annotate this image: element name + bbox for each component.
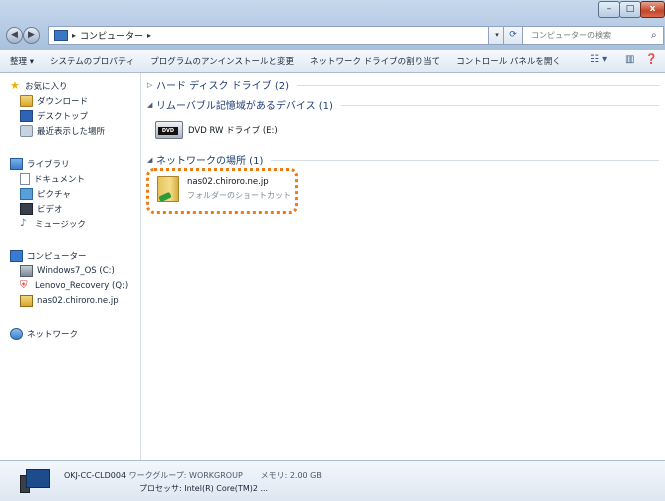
sidebar-item-label: お気に入り: [25, 82, 68, 92]
breadcrumb-separator[interactable]: ▸: [147, 31, 151, 40]
sidebar-item-favorites[interactable]: ★ お気に入り: [10, 79, 68, 93]
sidebar-item-label: コンピューター: [27, 252, 87, 262]
libraries-icon: [10, 158, 23, 170]
address-bar[interactable]: ▸ コンピューター ▸: [48, 26, 490, 45]
details-text: OKJ-CC-CLD004 ワークグループ: WORKGROUP メモリ: 2.…: [64, 470, 322, 493]
sidebar-item-drive-c[interactable]: Windows7_OS (C:): [20, 264, 115, 278]
computer-name: OKJ-CC-CLD004: [64, 471, 127, 480]
processor: プロセッサ: Intel(R) Core(TM)2 ...: [139, 484, 269, 493]
group-divider: [340, 105, 659, 106]
desktop-icon: [20, 110, 33, 122]
search-box[interactable]: ⌕: [522, 26, 664, 45]
search-input[interactable]: [529, 30, 651, 41]
breadcrumb-computer[interactable]: コンピューター: [80, 29, 143, 42]
sidebar-item-documents[interactable]: ドキュメント: [20, 172, 85, 186]
back-button[interactable]: ◀: [6, 27, 23, 44]
sidebar-item-drive-q[interactable]: ⛨ Lenovo_Recovery (Q:): [20, 279, 128, 293]
music-icon: ♪: [20, 218, 27, 229]
dvd-drive-icon: DVD: [153, 117, 183, 143]
organize-menu[interactable]: 整理 ▾: [0, 55, 42, 67]
sidebar-item-label: Windows7_OS (C:): [37, 266, 115, 276]
group-header-hard-disk[interactable]: ▷ ハード ディスク ドライブ (2): [147, 77, 659, 92]
group-label: ネットワークの場所 (1): [156, 156, 264, 167]
title-bar: – □ x ◀ ▶ ▸ コンピューター ▸ ▾ ⟳ ⌕: [0, 0, 665, 50]
sidebar-item-videos[interactable]: ビデオ: [20, 202, 63, 216]
sidebar-item-label: ライブラリ: [27, 160, 70, 170]
highlight-annotation: [146, 168, 298, 214]
sidebar-item-label: 最近表示した場所: [37, 127, 106, 137]
search-icon[interactable]: ⌕: [651, 30, 657, 41]
sidebar-item-pictures[interactable]: ピクチャ: [20, 187, 71, 201]
sidebar-item-music[interactable]: ♪ ミュージック: [20, 217, 86, 231]
breadcrumb-separator: ▸: [72, 31, 77, 40]
system-properties-button[interactable]: システムのプロパティ: [42, 55, 142, 67]
group-divider: [297, 85, 659, 86]
downloads-folder-icon: [20, 95, 33, 107]
collapse-arrow-icon[interactable]: ◢: [147, 156, 156, 164]
computer-icon: [20, 469, 50, 493]
help-icon[interactable]: ❓: [645, 54, 657, 65]
group-divider: [271, 160, 659, 161]
sidebar-item-label: Lenovo_Recovery (Q:): [35, 281, 129, 291]
sidebar-item-label: ミュージック: [35, 220, 86, 230]
sidebar-item-desktop[interactable]: デスクトップ: [20, 109, 88, 123]
computer-icon: [54, 30, 68, 41]
sidebar-item-computer[interactable]: コンピューター: [10, 249, 87, 263]
close-button[interactable]: x: [640, 1, 665, 18]
sidebar-item-libraries[interactable]: ライブラリ: [10, 157, 70, 171]
hard-drive-icon: [20, 265, 33, 277]
group-label: リムーバブル記憶域があるデバイス (1): [156, 101, 333, 112]
video-icon: [20, 203, 33, 215]
dvd-icon-label: DVD: [158, 127, 178, 135]
preview-pane-button[interactable]: ▥: [625, 54, 634, 65]
navigation-pane: ★ お気に入り ダウンロード デスクトップ 最近表示した場所 ライブラリ ドキュ…: [0, 73, 141, 460]
group-header-network-locations[interactable]: ◢ ネットワークの場所 (1): [147, 152, 659, 167]
dvd-drive-name: DVD RW ドライブ (E:): [188, 126, 278, 136]
star-icon: ★: [10, 79, 20, 92]
sidebar-item-nas-shortcut[interactable]: nas02.chiroro.ne.jp: [20, 294, 119, 308]
explorer-window: – □ x ◀ ▶ ▸ コンピューター ▸ ▾ ⟳ ⌕ 整理 ▾ システムのプロ…: [0, 0, 665, 501]
memory: メモリ: 2.00 GB: [260, 471, 322, 480]
sidebar-item-label: ネットワーク: [27, 330, 79, 340]
recent-places-icon: [20, 125, 33, 137]
command-bar: 整理 ▾ システムのプロパティ プログラムのアンインストールと変更 ネットワーク…: [0, 50, 665, 73]
pictures-icon: [20, 188, 33, 200]
collapse-arrow-icon[interactable]: ◢: [147, 101, 156, 109]
sidebar-item-label: デスクトップ: [37, 112, 89, 122]
sidebar-item-label: ドキュメント: [34, 175, 86, 185]
network-folder-icon: [20, 295, 33, 307]
uninstall-program-button[interactable]: プログラムのアンインストールと変更: [142, 55, 302, 67]
change-view-button[interactable]: ☷ ▾: [590, 54, 607, 65]
group-header-removable[interactable]: ◢ リムーバブル記憶域があるデバイス (1): [147, 97, 659, 112]
computer-icon: [10, 250, 23, 262]
map-network-drive-button[interactable]: ネットワーク ドライブの割り当て: [302, 55, 448, 67]
network-icon: [10, 328, 23, 340]
document-icon: [20, 173, 30, 185]
details-pane: OKJ-CC-CLD004 ワークグループ: WORKGROUP メモリ: 2.…: [0, 460, 665, 501]
dvd-drive-item[interactable]: DVD DVD RW ドライブ (E:): [153, 117, 278, 143]
sidebar-item-label: ビデオ: [37, 205, 63, 215]
sidebar-item-label: ダウンロード: [37, 97, 89, 107]
sidebar-item-downloads[interactable]: ダウンロード: [20, 94, 88, 108]
minimize-button[interactable]: –: [598, 1, 620, 18]
sidebar-item-label: ピクチャ: [37, 190, 71, 200]
open-control-panel-button[interactable]: コントロール パネルを開く: [448, 55, 569, 67]
forward-button[interactable]: ▶: [23, 27, 40, 44]
workgroup: ワークグループ: WORKGROUP: [128, 471, 243, 480]
recovery-drive-icon: ⛨: [20, 280, 28, 291]
content-pane: ▷ ハード ディスク ドライブ (2) ◢ リムーバブル記憶域があるデバイス (…: [141, 73, 665, 460]
maximize-button[interactable]: □: [619, 1, 641, 18]
sidebar-item-network[interactable]: ネットワーク: [10, 327, 78, 341]
refresh-button[interactable]: ⟳: [503, 26, 523, 45]
group-label: ハード ディスク ドライブ (2): [156, 81, 290, 92]
sidebar-item-label: nas02.chiroro.ne.jp: [37, 296, 119, 306]
expand-arrow-icon[interactable]: ▷: [147, 81, 156, 89]
sidebar-item-recent-places[interactable]: 最近表示した場所: [20, 124, 105, 138]
